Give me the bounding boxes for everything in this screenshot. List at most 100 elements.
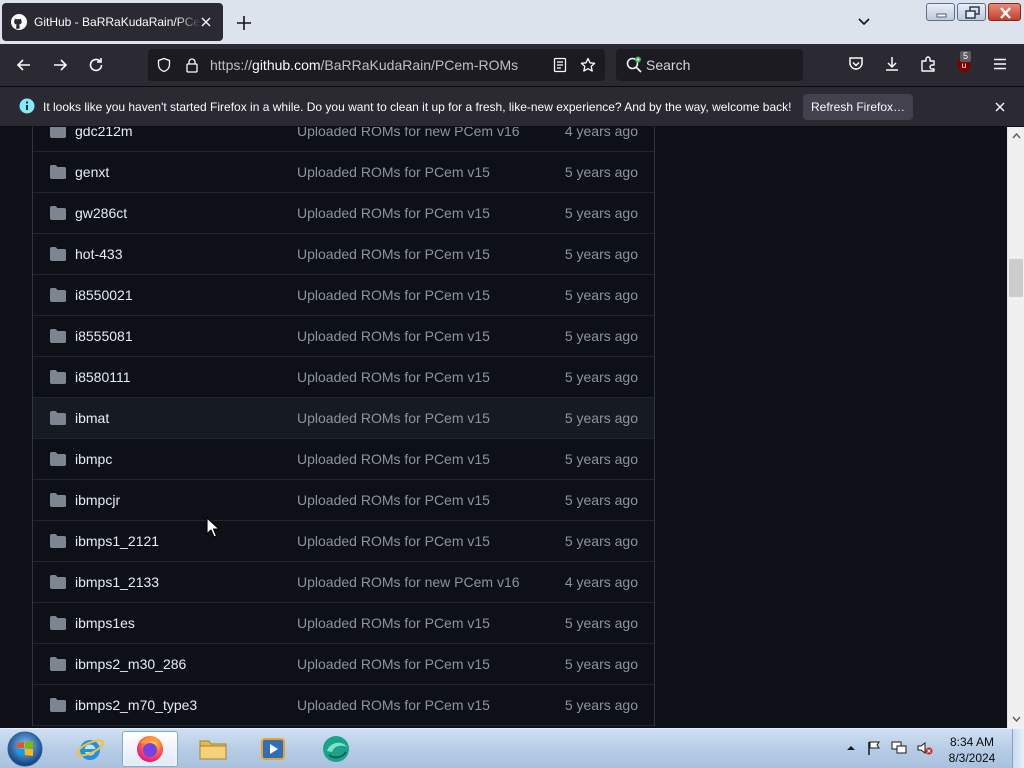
file-name-link[interactable]: gw286ct [75,205,127,221]
file-name-link[interactable]: ibmpc [75,451,112,467]
reload-button[interactable] [81,50,111,80]
taskbar-media-player[interactable] [245,731,301,767]
folder-icon [50,616,66,630]
list-all-tabs-icon[interactable] [856,14,872,30]
hamburger-menu-icon[interactable] [991,55,1009,73]
search-engine-icon [626,56,642,73]
show-hidden-icons-chevron-icon[interactable] [846,743,856,753]
back-button[interactable] [9,50,39,80]
file-name-link[interactable]: ibmps1es [75,615,135,631]
scrollbar-thumb[interactable] [1009,259,1023,297]
folder-icon [50,575,66,589]
navigation-toolbar: https://github.com/BaRRaKudaRain/PCem-RO… [0,44,1024,86]
commit-message-link[interactable]: Uploaded ROMs for PCem v15 [297,287,490,303]
file-name-link[interactable]: genxt [75,164,109,180]
taskbar-browser-app[interactable] [308,731,364,767]
commit-message-link[interactable]: Uploaded ROMs for PCem v15 [297,492,490,508]
url-text[interactable]: https://github.com/BaRRaKudaRain/PCem-RO… [210,57,518,73]
info-icon [19,98,35,114]
file-row: ibmps1_2133 Uploaded ROMs for new PCem v1… [33,562,654,603]
commit-age: 4 years ago [564,574,638,590]
commit-message-link[interactable]: Uploaded ROMs for PCem v15 [297,533,490,549]
commit-message-link[interactable]: Uploaded ROMs for PCem v15 [297,328,490,344]
scroll-up-arrow-icon[interactable] [1012,131,1021,140]
window-restore-button[interactable] [957,3,986,21]
tab-github[interactable]: GitHub - BaRRaKudaRain/PCem-ROMs [2,3,223,41]
pocket-icon[interactable] [847,55,865,73]
file-name-link[interactable]: i8555081 [75,328,133,344]
url-bar[interactable]: https://github.com/BaRRaKudaRain/PCem-RO… [148,49,605,81]
taskbar-file-explorer[interactable] [185,731,241,767]
volume-muted-icon[interactable] [916,740,934,756]
github-icon [11,14,27,30]
file-name-link[interactable]: ibmps1_2133 [75,574,159,590]
windows-start-button[interactable] [5,730,45,768]
file-name-link[interactable]: ibmps2_m70_type3 [75,697,197,713]
tracking-protection-shield-icon[interactable] [156,57,172,73]
commit-message-link[interactable]: Uploaded ROMs for PCem v15 [297,246,490,262]
close-tab-icon[interactable] [198,14,214,30]
browser-app-icon [323,736,349,762]
lock-icon[interactable] [184,57,200,73]
reader-view-icon[interactable] [552,57,568,73]
file-name-link[interactable]: ibmps2_m30_286 [75,656,186,672]
bookmark-star-icon[interactable] [580,57,596,73]
folder-icon [50,329,66,343]
close-icon[interactable] [992,99,1008,115]
new-tab-icon[interactable] [234,13,254,33]
file-row: gw286ct Uploaded ROMs for PCem v15 5 years… [33,193,654,234]
commit-message-link[interactable]: Uploaded ROMs for PCem v15 [297,205,490,221]
downloads-icon[interactable] [883,55,901,73]
network-icon[interactable] [890,740,908,756]
extensions-puzzle-icon[interactable] [919,55,937,73]
window-minimize-button[interactable] [926,3,955,21]
file-row: ibmpc Uploaded ROMs for PCem v15 5 years a… [33,439,654,480]
file-name-link[interactable]: ibmps1_2121 [75,533,159,549]
scroll-down-arrow-icon[interactable] [1012,715,1021,724]
forward-button[interactable] [45,50,75,80]
file-row: ibmpcjr Uploaded ROMs for PCem v15 5 years… [33,480,654,521]
page-scrollbar[interactable] [1007,127,1024,728]
file-list: gdc212m Uploaded ROMs for new PCem v16 4 y… [32,127,655,726]
action-center-flag-icon[interactable] [866,740,882,756]
commit-age: 5 years ago [564,205,638,221]
file-name-link[interactable]: ibmat [75,410,109,426]
file-name-link[interactable]: ibmpcjr [75,492,120,508]
file-row: genxt Uploaded ROMs for PCem v15 5 years a… [33,152,654,193]
file-name-link[interactable]: hot-433 [75,246,122,262]
file-name-link[interactable]: i8550021 [75,287,133,303]
internet-explorer-icon [76,739,104,760]
file-row: hot-433 Uploaded ROMs for PCem v15 5 years… [33,234,654,275]
show-desktop-button[interactable] [1012,729,1024,768]
file-row: gdc212m Uploaded ROMs for new PCem v16 4 y… [33,127,654,152]
windows-taskbar: 8:34 AM 8/3/2024 [0,728,1024,768]
file-name-link[interactable]: gdc212m [75,127,133,139]
commit-age: 5 years ago [564,246,638,262]
tab-title: GitHub - BaRRaKudaRain/PCem-ROMs [34,15,201,29]
refresh-firefox-button[interactable]: Refresh Firefox… [803,94,913,120]
folder-icon [50,288,66,302]
commit-message-link[interactable]: Uploaded ROMs for PCem v15 [297,451,490,467]
commit-message-link[interactable]: Uploaded ROMs for PCem v15 [297,369,490,385]
file-row: ibmps2_m30_286 Uploaded ROMs for PCem v15… [33,644,654,685]
search-bar[interactable]: Search [616,49,803,81]
commit-message-link[interactable]: Uploaded ROMs for PCem v15 [297,656,490,672]
file-name-link[interactable]: i8580111 [75,369,131,385]
window-close-button[interactable] [988,3,1021,21]
taskbar-firefox[interactable] [122,731,178,767]
commit-message-link[interactable]: Uploaded ROMs for new PCem v16 [297,574,520,590]
folder-icon [50,206,66,220]
commit-age: 5 years ago [564,164,638,180]
taskbar-internet-explorer[interactable] [62,731,118,767]
commit-message-link[interactable]: Uploaded ROMs for PCem v15 [297,164,490,180]
folder-icon [50,698,66,712]
commit-age: 5 years ago [564,369,638,385]
commit-age: 5 years ago [564,615,638,631]
folder-icon [50,370,66,384]
commit-message-link[interactable]: Uploaded ROMs for PCem v15 [297,615,490,631]
commit-message-link[interactable]: Uploaded ROMs for new PCem v16 [297,127,520,139]
folder-icon [50,657,66,671]
commit-message-link[interactable]: Uploaded ROMs for PCem v15 [297,697,490,713]
commit-message-link[interactable]: Uploaded ROMs for PCem v15 [297,410,490,426]
system-clock[interactable]: 8:34 AM 8/3/2024 [936,734,1008,766]
